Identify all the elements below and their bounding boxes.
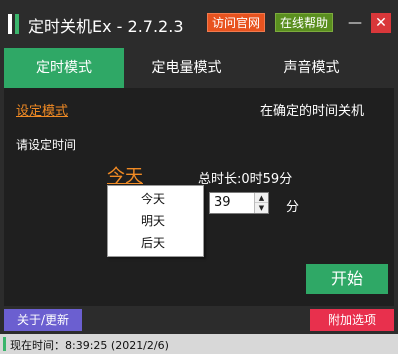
triangle-down-icon[interactable]: ▼ bbox=[255, 203, 268, 213]
close-button[interactable]: ✕ bbox=[371, 13, 391, 33]
minimize-button[interactable]: — bbox=[345, 13, 365, 33]
extra-options-button[interactable]: 附加选项 bbox=[310, 309, 394, 331]
minute-value[interactable]: 39 bbox=[214, 195, 231, 210]
bottom-bar: 关于/更新 附加选项 bbox=[0, 306, 398, 334]
current-time-status: 现在时间：8:39:25 (2021/2/6) bbox=[10, 339, 169, 352]
timer-panel: 设定模式 在确定的时间关机 请设定时间 今天 总时长:0时59分 39 ▲ ▼ … bbox=[4, 88, 394, 306]
app-window: 定时关机Ex - 2.7.2.3 访问官网 在线帮助 — ✕ 定时模式 定电量模… bbox=[0, 0, 398, 354]
tab-timer-mode[interactable]: 定时模式 bbox=[4, 48, 124, 88]
mode-description: 在确定的时间关机 bbox=[260, 104, 365, 119]
day-option-today[interactable]: 今天 bbox=[108, 188, 203, 210]
day-dropdown-menu: 今天 明天 后天 bbox=[107, 185, 204, 257]
start-button[interactable]: 开始 bbox=[306, 264, 388, 294]
triangle-up-icon[interactable]: ▲ bbox=[255, 193, 268, 203]
tab-battery-mode[interactable]: 定电量模式 bbox=[124, 48, 249, 88]
minute-unit-label: 分 bbox=[286, 200, 300, 215]
mode-tabs: 定时模式 定电量模式 声音模式 bbox=[4, 48, 394, 88]
window-title: 定时关机Ex - 2.7.2.3 bbox=[28, 17, 184, 36]
app-icon bbox=[8, 14, 20, 34]
tab-sound-mode[interactable]: 声音模式 bbox=[249, 48, 374, 88]
status-bar: 现在时间：8:39:25 (2021/2/6) bbox=[0, 334, 398, 354]
set-time-prompt: 请设定时间 bbox=[16, 138, 77, 152]
visit-site-button[interactable]: 访问官网 bbox=[207, 13, 266, 32]
day-option-tomorrow[interactable]: 明天 bbox=[108, 210, 203, 232]
online-help-button[interactable]: 在线帮助 bbox=[275, 13, 334, 32]
day-option-day-after[interactable]: 后天 bbox=[108, 232, 203, 254]
spinner-buttons: ▲ ▼ bbox=[254, 193, 268, 213]
set-mode-link[interactable]: 设定模式 bbox=[16, 100, 68, 119]
total-duration-label: 总时长:0时59分 bbox=[198, 172, 293, 187]
minute-spinner[interactable]: 39 ▲ ▼ bbox=[209, 192, 269, 214]
title-bar: 定时关机Ex - 2.7.2.3 访问官网 在线帮助 — ✕ bbox=[0, 0, 398, 46]
status-indicator bbox=[3, 337, 6, 351]
about-update-button[interactable]: 关于/更新 bbox=[4, 309, 82, 331]
